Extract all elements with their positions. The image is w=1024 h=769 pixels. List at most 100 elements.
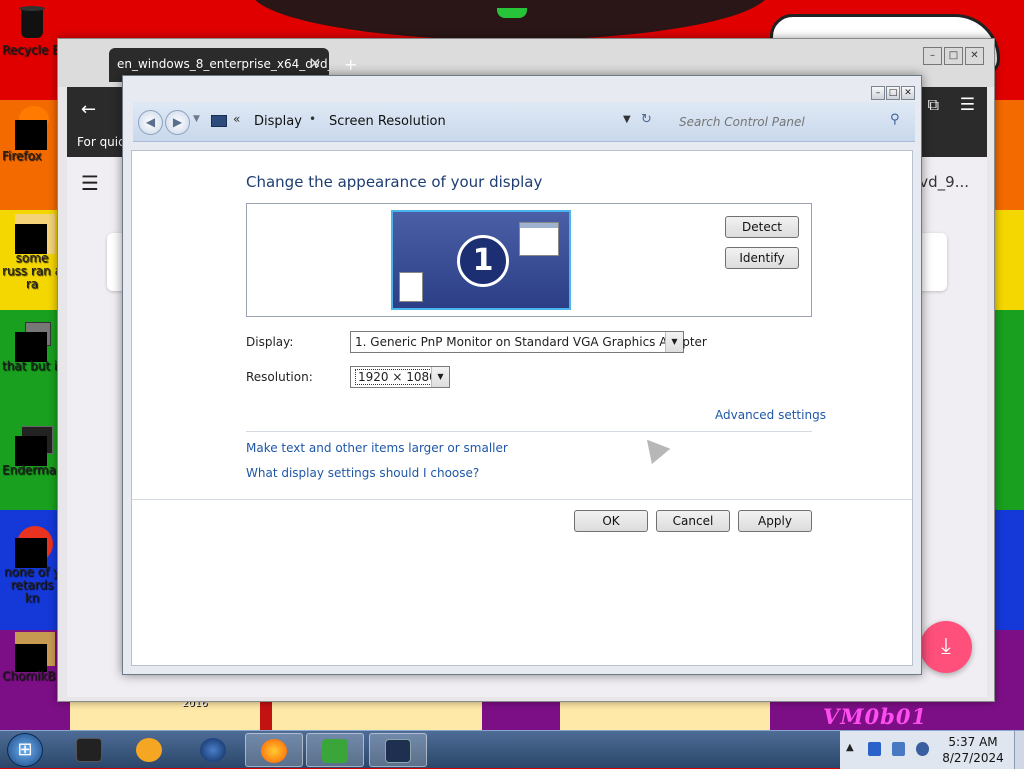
display-select-value: 1. Generic PnP Monitor on Standard VGA G… [355, 335, 707, 349]
detect-button[interactable]: Detect [725, 216, 799, 238]
minimize-button[interactable]: – [923, 47, 942, 65]
media-player-icon [136, 738, 162, 762]
desktop-icon-enderman[interactable]: Enderman [2, 426, 64, 477]
desktop-icon-document-1[interactable]: some russ ran a ra [2, 214, 62, 291]
download-fab[interactable]: ⤓ [920, 621, 972, 673]
desktop-icon-label: Enderman [2, 464, 64, 477]
maximize-button[interactable]: □ [886, 86, 900, 100]
taskbar-download-manager[interactable] [306, 733, 364, 767]
desktop-icon-firefox[interactable]: Firefox [2, 106, 62, 163]
taskbar-control-panel[interactable] [369, 733, 427, 767]
search-input[interactable] [671, 110, 911, 134]
taskbar: ⊞ ▲ 5:37 AM 8/27/2024 [0, 730, 1024, 769]
chomik-icon [15, 632, 55, 672]
monitor-thumbnail[interactable]: 1 [391, 210, 571, 310]
display-settings-icon [385, 739, 411, 763]
page-title-fragment: vd_9... [919, 173, 969, 191]
apply-button[interactable]: Apply [738, 510, 812, 532]
search-icon[interactable]: ⚲ [890, 112, 900, 127]
refresh-icon[interactable]: ↻ [641, 112, 652, 127]
clock[interactable]: 5:37 AM 8/27/2024 [940, 734, 1006, 766]
desktop-icon-shortcut[interactable]: none of y retards kn [2, 526, 62, 605]
taskbar-firefox[interactable] [245, 733, 303, 767]
resolution-select-value: 1920 × 1080 [355, 369, 440, 385]
forward-button[interactable]: ▶ [165, 110, 190, 135]
recent-pages-dropdown[interactable]: ▼ [193, 114, 200, 124]
forward-arrow-icon: ▶ [172, 115, 183, 129]
explorer-icon [76, 738, 102, 762]
volume-icon[interactable] [916, 742, 929, 756]
monitor-number: 1 [457, 235, 509, 287]
window-thumbnail-icon [519, 222, 559, 256]
taskbar-network[interactable] [184, 733, 242, 767]
download-icon: ⤓ [941, 634, 951, 659]
back-arrow-icon[interactable]: ← [81, 99, 96, 120]
ok-button[interactable]: OK [574, 510, 648, 532]
clock-time: 5:37 AM [948, 735, 998, 749]
wallpaper-outline [260, 700, 272, 730]
menu-icon[interactable]: ☰ [960, 95, 975, 115]
tray-app-icon[interactable] [868, 742, 881, 756]
cancel-button[interactable]: Cancel [656, 510, 730, 532]
text-size-link[interactable]: Make text and other items larger or smal… [246, 441, 508, 455]
desktop-icon-label: none of y retards kn [3, 566, 61, 605]
identify-button[interactable]: Identify [725, 247, 799, 269]
resolution-label: Resolution: [246, 370, 313, 384]
browser-window-controls: – □ ✕ [921, 47, 984, 65]
breadcrumb-chevron[interactable]: « [233, 112, 240, 126]
show-desktop-button[interactable] [1014, 731, 1024, 769]
network-icon[interactable] [892, 742, 905, 756]
window-thumbnail-icon [399, 272, 423, 302]
terminal-icon [15, 426, 53, 466]
desktop-icon-label: some russ ran a ra [2, 252, 62, 291]
firefox-icon [15, 106, 49, 150]
taskbar-media-player[interactable] [120, 733, 178, 767]
breadcrumb-separator[interactable]: • [309, 112, 316, 126]
settings-panel: Change the appearance of your display 1 … [131, 150, 913, 666]
minimize-button[interactable]: – [871, 86, 885, 100]
desktop-icon-recycle-bin[interactable]: Recycle B [2, 6, 62, 57]
resolution-select[interactable]: 1920 × 1080 ▼ [350, 366, 450, 388]
display-select[interactable]: 1. Generic PnP Monitor on Standard VGA G… [350, 331, 707, 353]
hamburger-icon[interactable]: ☰ [81, 171, 99, 195]
stacked-windows-icon [15, 322, 51, 362]
show-hidden-icons[interactable]: ▲ [846, 742, 854, 753]
download-manager-icon [322, 739, 348, 763]
desktop-icon-label: Recycle B [2, 44, 61, 57]
desktop-icon-chomikbox[interactable]: ChomikB [2, 632, 62, 683]
chevron-down-icon: ▼ [431, 367, 449, 387]
browser-tab-title: en_windows_8_enterprise_x64_dvd_ [117, 57, 329, 71]
screen-resolution-window[interactable]: – □ ✕ ◀ ▶ ▼ « Display • Screen Resolution … [122, 75, 922, 675]
address-dropdown[interactable]: ▼ [623, 114, 631, 125]
window-controls: – □ ✕ [870, 84, 915, 100]
desktop-icon-label: Firefox [2, 150, 42, 163]
display-label: Display: [246, 335, 294, 349]
extensions-icon[interactable]: ⧉ [928, 95, 939, 115]
start-button[interactable]: ⊞ [7, 733, 43, 767]
maximize-button[interactable]: □ [944, 47, 963, 65]
taskbar-explorer[interactable] [60, 733, 118, 767]
breadcrumb-screen-resolution[interactable]: Screen Resolution [329, 114, 446, 129]
back-button[interactable]: ◀ [138, 110, 163, 135]
wallpaper-text: VM0b01 [823, 704, 928, 729]
close-button[interactable]: ✕ [965, 47, 984, 65]
breadcrumb-display[interactable]: Display [254, 114, 302, 129]
wallpaper-yellow-blob [272, 700, 482, 730]
wallpaper-green-shape [497, 8, 527, 18]
system-tray: ▲ 5:37 AM 8/27/2024 [840, 731, 1024, 769]
back-arrow-icon: ◀ [145, 115, 156, 129]
advanced-settings-link[interactable]: Advanced settings [715, 408, 826, 422]
new-tab-icon[interactable]: + [344, 55, 357, 74]
document-icon [15, 214, 55, 254]
close-button[interactable]: ✕ [901, 86, 915, 100]
recycle-bin-icon [15, 6, 49, 40]
divider [132, 499, 912, 500]
wallpaper-yellow-blob [560, 700, 770, 730]
desktop-icon-document-2[interactable]: that but it [2, 322, 62, 373]
display-settings-help-link[interactable]: What display settings should I choose? [246, 466, 479, 480]
windows-logo-icon: ⊞ [17, 739, 33, 760]
wallpaper-yellow-blob [70, 700, 260, 730]
opera-icon [15, 526, 53, 568]
close-tab-icon[interactable]: ✕ [309, 56, 321, 72]
control-panel-icon [211, 115, 227, 127]
